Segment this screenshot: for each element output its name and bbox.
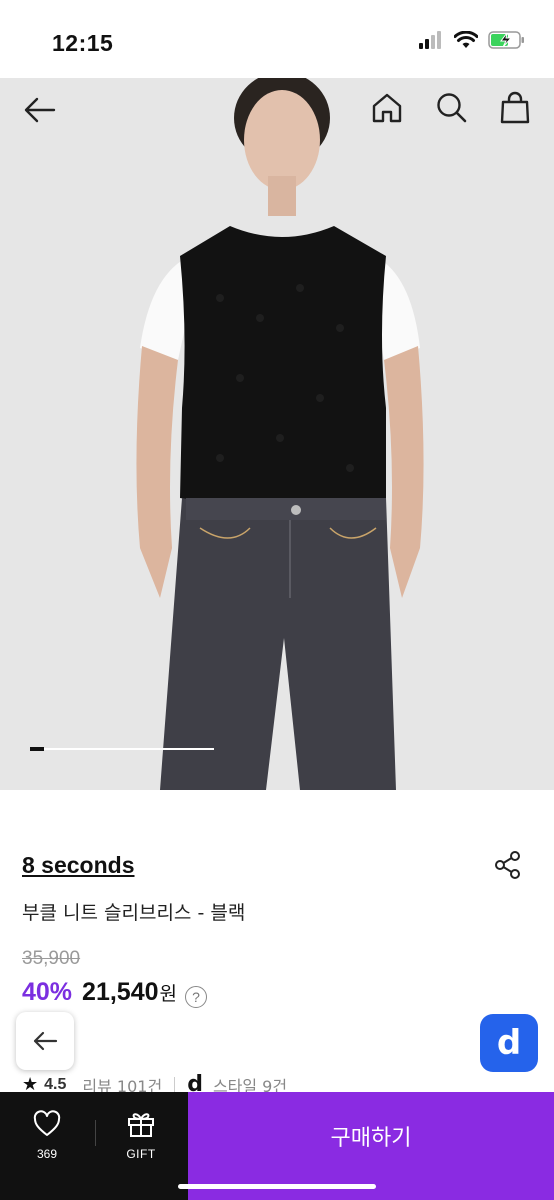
currency-unit: 원	[159, 983, 177, 1005]
back-arrow-icon	[33, 1031, 58, 1051]
original-price: 35,900	[22, 948, 81, 969]
back-arrow-icon[interactable]	[22, 92, 58, 128]
cart-button[interactable]	[498, 90, 532, 126]
divider	[95, 1120, 96, 1146]
carousel-active-segment	[30, 747, 44, 751]
wifi-icon	[454, 31, 478, 48]
price-help-icon[interactable]: ?	[185, 986, 207, 1008]
home-indicator	[178, 1184, 376, 1189]
discount-rate: 40%	[22, 978, 73, 1006]
battery-charging-icon	[488, 31, 524, 49]
gift-icon	[128, 1113, 154, 1137]
header-actions	[370, 90, 532, 126]
app-launcher-button[interactable]: d	[480, 1014, 538, 1072]
cellular-signal-icon	[419, 31, 441, 49]
home-icon	[372, 93, 402, 123]
bottom-bar-left: 369 GIFT	[0, 1092, 188, 1200]
like-count: 369	[36, 1147, 58, 1161]
heart-icon	[33, 1110, 61, 1136]
status-time: 12:15	[52, 30, 114, 56]
sale-price: 21,540	[82, 978, 159, 1006]
status-bar: 12:15	[0, 0, 554, 78]
product-name: 부클 니트 슬리브리스 - 블랙	[22, 902, 246, 924]
rating-value: 4.5	[44, 1075, 67, 1093]
gift-button[interactable]: GIFT	[116, 1110, 166, 1161]
product-image-carousel[interactable]	[0, 78, 554, 790]
price-row: 40% 21,540 원 ?	[22, 978, 207, 1008]
brand-link[interactable]: 8 seconds	[22, 852, 135, 879]
divider	[174, 1076, 176, 1093]
search-button[interactable]	[434, 90, 468, 126]
like-button[interactable]: 369	[22, 1110, 72, 1161]
status-icons	[418, 31, 526, 49]
carousel-indicator	[30, 747, 214, 751]
floating-back-button[interactable]	[16, 1012, 74, 1070]
share-icon[interactable]	[494, 850, 522, 880]
search-icon	[437, 93, 467, 123]
shopping-bag-icon	[500, 91, 530, 124]
gift-label: GIFT	[126, 1147, 156, 1161]
home-button[interactable]	[370, 90, 404, 126]
product-photo	[0, 78, 554, 790]
